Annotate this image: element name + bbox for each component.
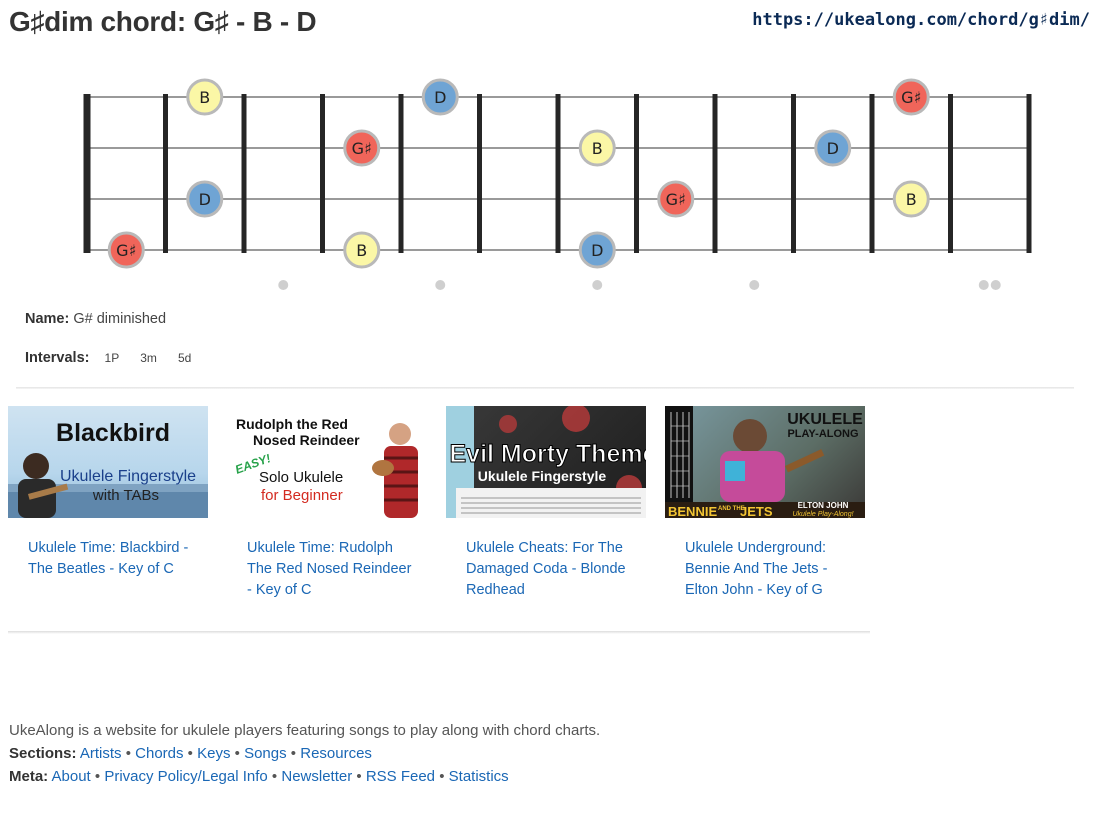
video-title-link[interactable]: Ukulele Time: Rudolph The Red Nosed Rein… [247,538,417,601]
footer-link-rss[interactable]: RSS Feed [366,768,435,785]
video-list-divider [8,631,870,634]
footer-sections-label: Sections: [9,745,77,762]
fretboard-diagram: B D G♯ G♯ B D D G♯ B G♯ B D [83,78,1032,290]
note-label: G♯ [352,139,372,158]
video-title-link[interactable]: Ukulele Underground: Bennie And The Jets… [685,538,855,601]
footer-link-keys[interactable]: Keys [197,745,230,762]
chord-name-label: Name: [25,311,70,327]
thumb-band-3: JETS [740,504,773,518]
thumb-subtitle: Ukulele Fingerstyle [478,468,607,484]
footer-meta-label: Meta: [9,768,49,785]
video-card-blackbird[interactable]: Blackbird Ukulele Fingerstyle with TABs … [8,406,208,580]
thumbnail-art: UKULELE PLAY-ALONG BENNIE AND THE JETS E… [665,406,865,518]
fret-marker-dot [278,280,289,290]
thumb-tagline: Ukulele Play-Along! [792,511,853,518]
thumb-artist: ELTON JOHN [798,501,849,510]
note-label: D [199,190,211,209]
footer-sections: Sections: Artists • Chords • Keys • Song… [9,745,372,762]
note-label: D [591,241,603,260]
thumb-title: UKULELE [787,411,863,428]
interval-badge: 5d [177,351,192,365]
video-thumbnail[interactable]: Evil Morty Theme Ukulele Fingerstyle [446,406,646,518]
section-divider [16,387,1074,389]
fret-marker-dot [990,280,1001,290]
thumb-subtitle-2: with TABs [92,487,159,504]
note-label: G♯ [116,241,136,260]
video-card-evil-morty[interactable]: Evil Morty Theme Ukulele Fingerstyle Uku… [446,406,646,601]
thumb-subtitle: PLAY-ALONG [787,428,858,440]
thumbnail-art: Blackbird Ukulele Fingerstyle with TABs [8,419,208,518]
thumbnail-art: Rudolph the Red Nosed Reindeer EASY! Sol… [233,416,418,518]
site-footer: UkeAlong is a website for ukulele player… [9,719,600,788]
chord-name-row: Name: G# diminished [25,311,166,327]
chord-intervals-row: Intervals: 1P 3m 5d [25,350,191,366]
video-title-link[interactable]: Ukulele Time: Blackbird - The Beatles - … [28,538,198,580]
thumb-title: Blackbird [56,419,170,447]
interval-badge: 3m [140,351,157,365]
interval-badge: 1P [104,351,120,365]
footer-meta: Meta: About • Privacy Policy/Legal Info … [9,768,509,785]
footer-link-songs[interactable]: Songs [244,745,287,762]
thumb-band-1: BENNIE [668,504,717,518]
video-list: Blackbird Ukulele Fingerstyle with TABs … [8,406,878,636]
video-card-bennie-jets[interactable]: UKULELE PLAY-ALONG BENNIE AND THE JETS E… [665,406,865,601]
thumb-title: Rudolph the Red [236,416,348,432]
fret-marker-dot [435,280,446,290]
thumbnail-art: Evil Morty Theme Ukulele Fingerstyle [446,406,646,518]
intervals-label: Intervals: [25,350,90,366]
page-url: https://ukealong.com/chord/g♯dim/ [752,10,1090,30]
footer-link-about[interactable]: About [52,768,91,785]
fret-marker-dot [592,280,603,290]
note-label: D [827,139,839,158]
note-label: B [592,139,603,158]
thumb-subtitle: Solo Ukulele [259,469,343,486]
footer-description: UkeAlong is a website for ukulele player… [9,722,601,739]
video-title-link[interactable]: Ukulele Cheats: For The Damaged Coda - B… [466,538,636,601]
thumb-subtitle: Ukulele Fingerstyle [60,468,196,485]
footer-link-privacy[interactable]: Privacy Policy/Legal Info [104,768,267,785]
fret-marker-dot [978,280,989,290]
footer-link-statistics[interactable]: Statistics [449,768,509,785]
footer-link-resources[interactable]: Resources [300,745,372,762]
video-thumbnail[interactable]: Rudolph the Red Nosed Reindeer EASY! Sol… [227,406,427,518]
footer-link-newsletter[interactable]: Newsletter [281,768,352,785]
video-card-rudolph[interactable]: Rudolph the Red Nosed Reindeer EASY! Sol… [227,406,427,601]
note-label: G♯ [901,88,921,107]
thumb-subtitle-2: for Beginner [261,487,343,504]
footer-link-artists[interactable]: Artists [80,745,122,762]
chord-name-value: G# diminished [73,311,167,327]
note-label: G♯ [666,190,686,209]
note-label: B [199,88,210,107]
video-thumbnail[interactable]: UKULELE PLAY-ALONG BENNIE AND THE JETS E… [665,406,865,518]
note-label: D [434,88,446,107]
thumb-title: Evil Morty Theme [450,440,647,468]
footer-link-chords[interactable]: Chords [135,745,183,762]
page-title: G♯dim chord: G♯ - B - D [9,6,317,37]
thumb-title-2: Nosed Reindeer [253,432,360,448]
note-label: B [356,241,367,260]
fret-marker-dot [749,280,760,290]
video-thumbnail[interactable]: Blackbird Ukulele Fingerstyle with TABs [8,406,208,518]
note-label: B [906,190,917,209]
